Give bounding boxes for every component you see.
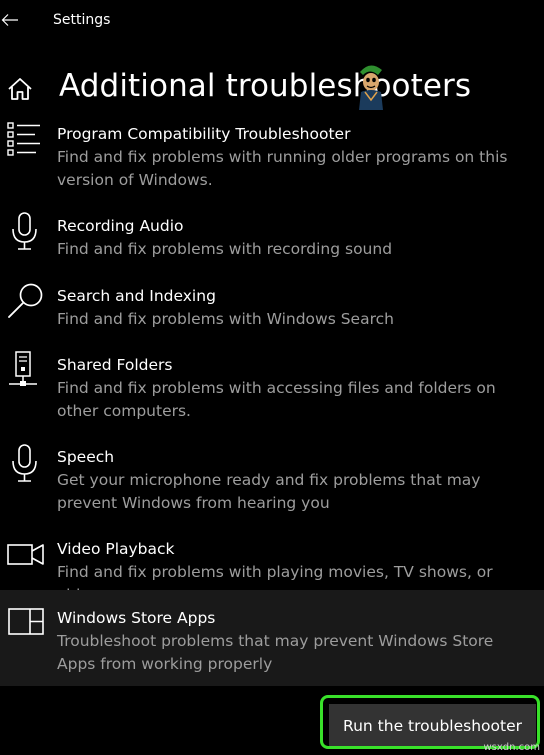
home-button[interactable] xyxy=(6,76,34,102)
troubleshooter-description: Troubleshoot problems that may prevent W… xyxy=(57,632,494,673)
troubleshooter-program-compatibility[interactable]: Program Compatibility Troubleshooter Fin… xyxy=(0,118,544,194)
troubleshooter-description: Find and fix problems with Windows Searc… xyxy=(57,310,394,328)
troubleshooter-recording-audio[interactable]: Recording Audio Find and fix problems wi… xyxy=(0,208,544,264)
microphone-icon xyxy=(12,212,37,250)
troubleshooter-name: Search and Indexing xyxy=(57,287,216,305)
troubleshooter-name: Shared Folders xyxy=(57,356,173,374)
network-drive-icon xyxy=(9,351,37,386)
troubleshooter-name: Speech xyxy=(57,448,115,466)
troubleshooter-name: Recording Audio xyxy=(57,217,184,235)
store-apps-icon xyxy=(8,608,44,635)
watermark: wsxdn.com xyxy=(483,742,540,753)
troubleshooter-shared-folders[interactable]: Shared Folders Find and fix problems wit… xyxy=(0,347,544,425)
troubleshooter-video-playback[interactable]: Video Playback Find and fix problems wit… xyxy=(0,532,544,604)
page-title: Additional troubleshooters xyxy=(59,68,472,104)
title-bar: Settings xyxy=(0,0,544,40)
microphone-icon xyxy=(12,444,37,482)
search-icon xyxy=(8,283,43,318)
home-icon xyxy=(8,78,32,100)
back-arrow-icon xyxy=(1,14,18,26)
troubleshooter-search-indexing[interactable]: Search and Indexing Find and fix problem… xyxy=(0,278,544,334)
back-button[interactable] xyxy=(0,8,20,32)
troubleshooter-windows-store-apps[interactable]: Windows Store Apps Troubleshoot problems… xyxy=(0,590,544,686)
app-title: Settings xyxy=(53,12,111,28)
troubleshooter-description: Find and fix problems with running older… xyxy=(57,148,508,189)
run-troubleshooter-button[interactable]: Run the troubleshooter xyxy=(329,704,536,747)
troubleshooter-description: Get your microphone ready and fix proble… xyxy=(57,471,481,512)
troubleshooter-description: Find and fix problems with recording sou… xyxy=(57,240,393,258)
troubleshooter-speech[interactable]: Speech Get your microphone ready and fix… xyxy=(0,440,544,518)
troubleshooter-description: Find and fix problems with accessing fil… xyxy=(57,379,496,420)
video-camera-icon xyxy=(7,544,44,565)
list-icon xyxy=(7,122,40,156)
troubleshooter-name: Program Compatibility Troubleshooter xyxy=(57,125,351,143)
troubleshooter-name: Windows Store Apps xyxy=(57,609,216,627)
settings-window: Settings Additional troubleshooters Prog… xyxy=(0,0,544,755)
troubleshooter-name: Video Playback xyxy=(57,540,175,558)
